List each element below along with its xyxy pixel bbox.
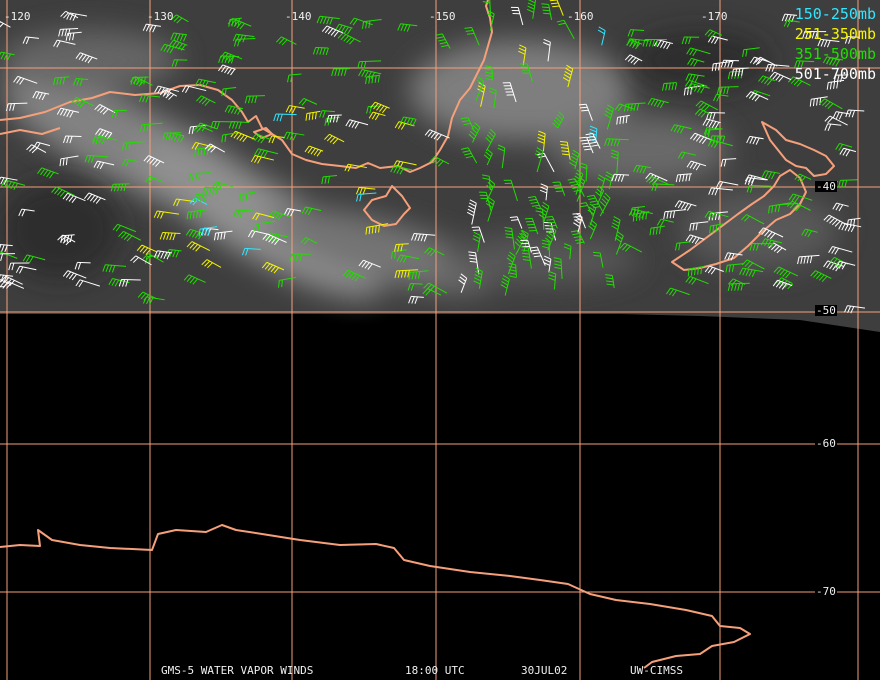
- longitude-label: -130: [147, 10, 174, 23]
- source-credit: UW-CIMSS: [630, 664, 683, 677]
- latitude-label: -40: [815, 180, 837, 193]
- longitude-label: -150: [429, 10, 456, 23]
- pressure-legend: 150-250mb 251-350mb 351-500mb 501-700mb: [795, 4, 876, 84]
- longitude-label: -140: [285, 10, 312, 23]
- latitude-label: -50: [815, 304, 837, 317]
- latitude-label: -60: [815, 437, 837, 450]
- longitude-label: -160: [567, 10, 594, 23]
- time-stamp: 18:00 UTC: [405, 664, 465, 677]
- coastline-path: [0, 524, 751, 669]
- water-vapor-imagery: [0, 0, 880, 332]
- legend-item-251-350mb: 251-350mb: [794, 25, 876, 43]
- longitude-label: -120: [4, 10, 31, 23]
- caption-bar: GMS-5 WATER VAPOR WINDS 18:00 UTC 30JUL0…: [0, 664, 880, 678]
- legend-item-501-700mb: 501-700mb: [794, 65, 876, 83]
- satellite-wind-map: -120 -130 -140 -150 -160 -170 -40 -50 -60 -70 15…: [0, 0, 880, 680]
- latitude-label: -70: [815, 585, 837, 598]
- map-canvas: [0, 0, 880, 680]
- legend-item-150-250mb: 150-250mb: [794, 5, 876, 23]
- legend-item-351-500mb: 351-500mb: [794, 45, 876, 63]
- product-name: GMS-5 WATER VAPOR WINDS: [161, 664, 314, 677]
- longitude-label: -170: [701, 10, 728, 23]
- date-stamp: 30JUL02: [521, 664, 568, 677]
